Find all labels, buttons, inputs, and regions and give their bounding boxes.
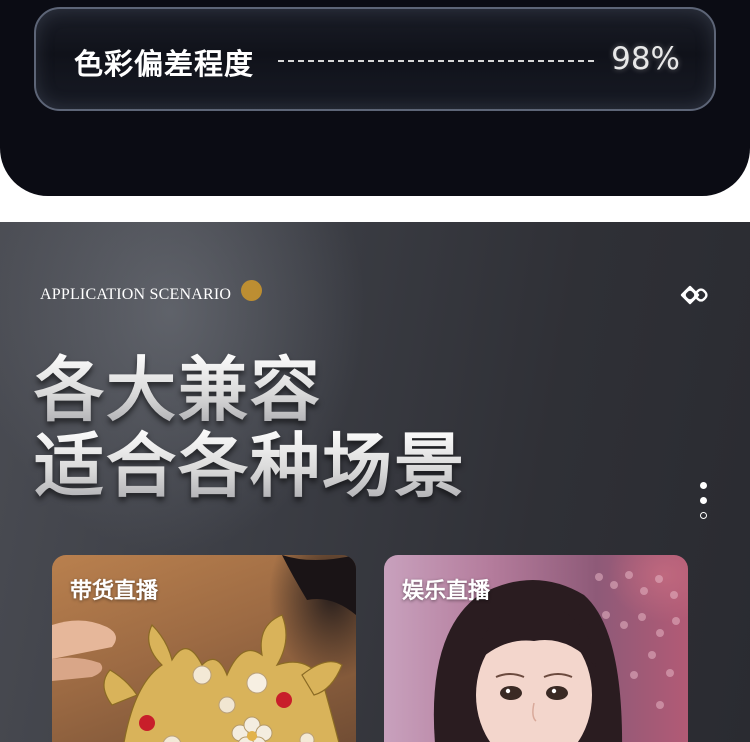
top-section: 色彩偏差程度 98% (0, 0, 750, 196)
color-deviation-card: 色彩偏差程度 98% (34, 7, 716, 111)
headline-line-1: 各大兼容 (34, 349, 322, 431)
card-label: 娱乐直播 (402, 579, 491, 604)
gold-dot-icon (241, 280, 262, 301)
dashed-divider (278, 60, 594, 62)
section-eyebrow: APPLICATION SCENARIO (40, 286, 232, 303)
card-label: 带货直播 (70, 579, 159, 604)
pager-dots-icon[interactable] (698, 482, 710, 527)
application-section: APPLICATION SCENARIO 各大兼容 适合各种场景 带货直播 娱乐… (0, 222, 750, 742)
pager-dot[interactable] (700, 482, 707, 489)
pager-dot[interactable] (700, 497, 707, 504)
card-ecommerce-live[interactable]: 带货直播 (52, 555, 356, 742)
metric-label: 色彩偏差程度 (74, 47, 255, 81)
metric-value: 98% (611, 41, 680, 77)
pager-dot[interactable] (700, 512, 707, 519)
interlocking-rings-icon (680, 285, 708, 305)
headline-line-2: 适合各种场景 (34, 425, 466, 507)
card-entertainment-live[interactable]: 娱乐直播 (384, 555, 688, 742)
